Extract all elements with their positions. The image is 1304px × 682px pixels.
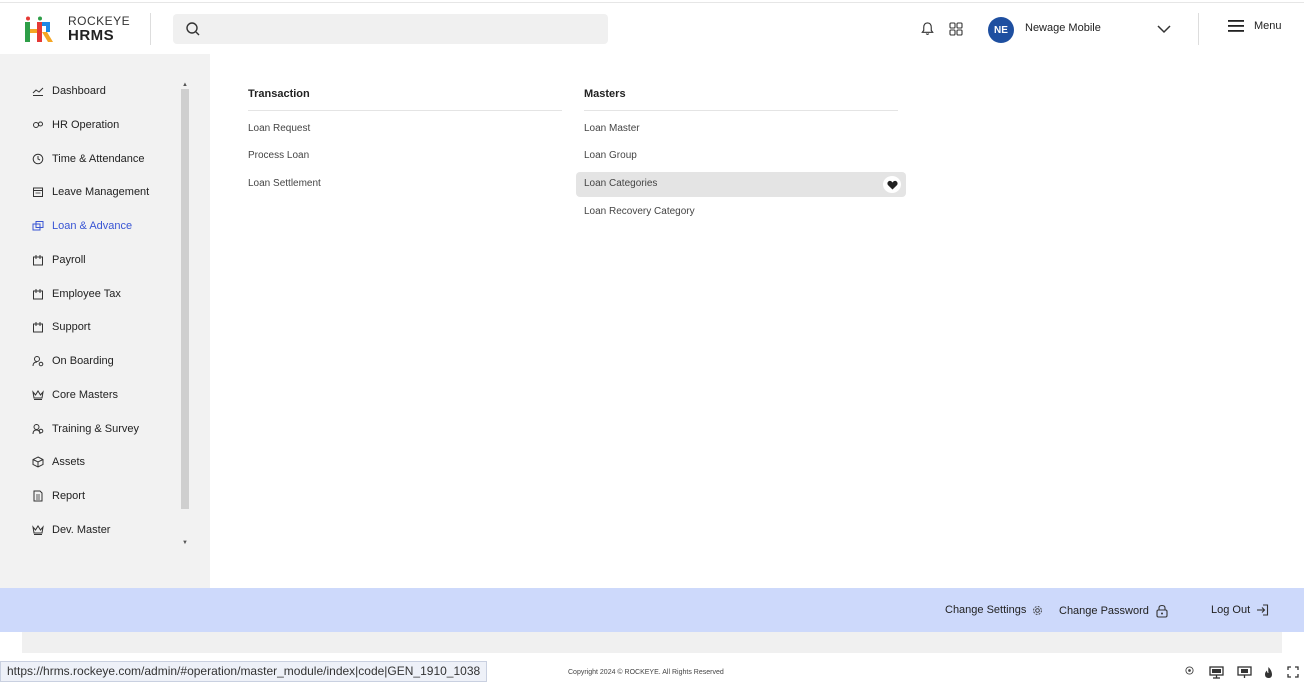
crown-icon bbox=[32, 525, 44, 535]
sidebar-item-hr-operation[interactable]: HR Operation bbox=[32, 117, 119, 133]
link-loan-request[interactable]: Loan Request bbox=[248, 123, 310, 134]
transaction-divider bbox=[248, 110, 562, 111]
status-bar-url: https://hrms.rockeye.com/admin/#operatio… bbox=[0, 661, 488, 682]
support-icon bbox=[33, 322, 43, 333]
change-password-label: Change Password bbox=[1059, 605, 1149, 617]
sidebar-item-label: On Boarding bbox=[52, 355, 114, 367]
sidebar-item-dev-master[interactable]: Dev. Master bbox=[32, 522, 110, 538]
menu-label: Menu bbox=[1254, 20, 1282, 32]
sidebar-item-support[interactable]: Support bbox=[32, 319, 91, 335]
gears-icon bbox=[33, 121, 43, 128]
gear-icon bbox=[1033, 605, 1043, 615]
chart-line-icon bbox=[32, 87, 44, 96]
favorite-button[interactable] bbox=[883, 176, 901, 193]
sidebar-item-time-attendance[interactable]: Time & Attendance bbox=[32, 151, 145, 167]
sidebar-item-report[interactable]: Report bbox=[32, 488, 85, 504]
screen-share-icon[interactable] bbox=[1237, 666, 1252, 679]
link-loan-categories[interactable]: Loan Categories bbox=[584, 178, 657, 189]
header-divider bbox=[150, 13, 151, 45]
sidebar-item-on-boarding[interactable]: On Boarding bbox=[32, 353, 114, 369]
sidebar: Dashboard HR Operation Time & Attendance… bbox=[0, 54, 210, 588]
sidebar-item-payroll[interactable]: Payroll bbox=[32, 252, 86, 268]
target-icon[interactable] bbox=[1185, 666, 1194, 675]
top-header: ROCKEYE HRMS NE Newage Mobile Menu bbox=[0, 2, 1304, 54]
sidebar-item-label: Dashboard bbox=[52, 85, 106, 97]
link-process-loan[interactable]: Process Loan bbox=[248, 150, 309, 161]
sidebar-item-label: Employee Tax bbox=[52, 288, 121, 300]
sidebar-item-label: Payroll bbox=[52, 254, 86, 266]
sidebar-item-employee-tax[interactable]: Employee Tax bbox=[32, 286, 121, 302]
sidebar-item-label: Core Masters bbox=[52, 389, 119, 401]
transaction-heading: Transaction bbox=[248, 88, 310, 100]
clock-icon bbox=[32, 153, 44, 165]
tax-icon bbox=[33, 289, 43, 300]
cube-icon bbox=[32, 456, 44, 468]
user-avatar[interactable]: NE bbox=[988, 17, 1014, 43]
scroll-down-arrow-icon[interactable]: ▼ bbox=[182, 540, 188, 546]
crown-icon bbox=[32, 390, 44, 400]
copyright-text: Copyright 2024 © ROCKEYE. All Rights Res… bbox=[568, 669, 724, 676]
users-icon bbox=[32, 424, 44, 435]
flame-icon[interactable] bbox=[1263, 666, 1274, 679]
masters-heading: Masters bbox=[584, 88, 626, 100]
header-divider bbox=[1198, 13, 1199, 45]
apps-grid-icon[interactable] bbox=[949, 22, 963, 36]
sidebar-item-assets[interactable]: Assets bbox=[32, 454, 85, 470]
search-icon bbox=[186, 22, 200, 36]
menu-button[interactable]: Menu bbox=[1228, 20, 1282, 32]
chevron-down-icon[interactable] bbox=[1156, 24, 1172, 34]
user-gear-icon bbox=[32, 356, 44, 367]
link-loan-master[interactable]: Loan Master bbox=[584, 123, 640, 134]
bottom-panel bbox=[22, 632, 1282, 653]
log-out-label: Log Out bbox=[1211, 604, 1251, 616]
link-loan-group[interactable]: Loan Group bbox=[584, 150, 637, 161]
hamburger-icon bbox=[1228, 20, 1244, 32]
change-password-button[interactable]: Change Password bbox=[1059, 604, 1169, 618]
sidebar-item-label: Dev. Master bbox=[52, 524, 111, 536]
sidebar-item-label: HR Operation bbox=[52, 119, 120, 131]
link-loan-recovery-category[interactable]: Loan Recovery Category bbox=[584, 206, 695, 217]
scroll-up-arrow-icon[interactable]: ▲ bbox=[182, 82, 188, 88]
log-out-button[interactable]: Log Out bbox=[1211, 604, 1269, 616]
sidebar-item-dashboard[interactable]: Dashboard bbox=[32, 83, 106, 99]
document-icon bbox=[33, 490, 43, 502]
sidebar-item-label: Training & Survey bbox=[52, 423, 140, 435]
brand-product: HRMS bbox=[68, 27, 115, 44]
monitor-icon[interactable] bbox=[1209, 666, 1224, 679]
sidebar-item-loan-advance[interactable]: Loan & Advance bbox=[32, 218, 132, 234]
sidebar-item-core-masters[interactable]: Core Masters bbox=[32, 387, 118, 403]
heart-icon bbox=[886, 180, 898, 190]
sidebar-item-label: Assets bbox=[52, 456, 86, 468]
lock-icon bbox=[1156, 604, 1168, 618]
calendar-icon bbox=[33, 187, 43, 197]
brand-name: ROCKEYE bbox=[68, 14, 131, 28]
sidebar-item-label: Leave Management bbox=[52, 186, 150, 198]
rockeye-logo-icon bbox=[25, 16, 53, 42]
masters-divider bbox=[584, 110, 898, 111]
sidebar-item-training-survey[interactable]: Training & Survey bbox=[32, 421, 139, 437]
sidebar-scrollbar[interactable] bbox=[181, 89, 189, 509]
user-name[interactable]: Newage Mobile bbox=[1025, 22, 1101, 34]
sidebar-item-label: Report bbox=[52, 490, 86, 502]
change-settings-label: Change Settings bbox=[945, 604, 1027, 616]
link-loan-settlement[interactable]: Loan Settlement bbox=[248, 178, 321, 189]
fullscreen-icon[interactable] bbox=[1287, 666, 1299, 678]
sidebar-item-label: Loan & Advance bbox=[52, 220, 133, 232]
notification-bell-icon[interactable] bbox=[920, 21, 935, 36]
payroll-icon bbox=[33, 255, 43, 266]
logout-icon bbox=[1257, 604, 1269, 616]
search-input[interactable] bbox=[173, 14, 608, 44]
change-settings-button[interactable]: Change Settings bbox=[945, 604, 1043, 616]
sidebar-item-leave-management[interactable]: Leave Management bbox=[32, 184, 149, 200]
sidebar-item-label: Support bbox=[52, 321, 91, 333]
loan-icon bbox=[32, 221, 44, 231]
sidebar-item-label: Time & Attendance bbox=[52, 153, 145, 165]
